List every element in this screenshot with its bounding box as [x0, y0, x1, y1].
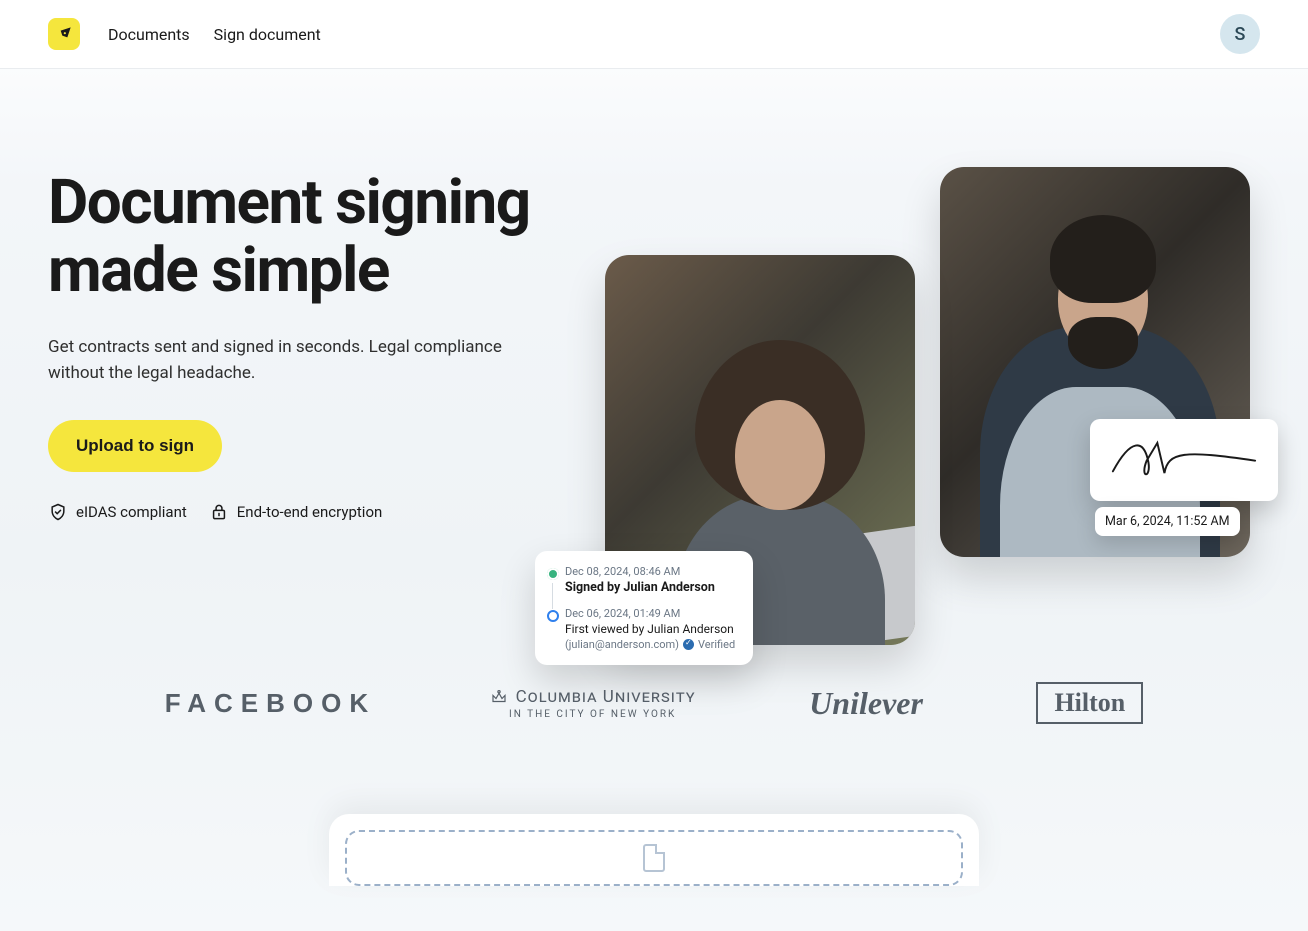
brand-logo[interactable]	[48, 18, 80, 50]
hero-title: Document signing made simple	[48, 169, 568, 305]
audit-trail-card: Dec 08, 2024, 08:46 AM Signed by Julian …	[535, 551, 753, 665]
header-left: Documents Sign document	[48, 18, 321, 50]
signature-preview-card	[1090, 419, 1278, 501]
logo-facebook: FACEBOOK	[165, 688, 376, 719]
main-nav: Documents Sign document	[108, 25, 321, 44]
logo-unilever: Unilever	[809, 685, 923, 722]
hero-illustration: Mar 6, 2024, 11:52 AM Dec 08, 2024, 08:4…	[590, 159, 1270, 719]
badge-encryption: End-to-end encryption	[209, 502, 383, 522]
hero: Document signing made simple Get contrac…	[0, 69, 1308, 926]
audit-verified-label: Verified	[698, 638, 735, 651]
nav-documents[interactable]: Documents	[108, 25, 190, 44]
nav-sign-document[interactable]: Sign document	[214, 25, 321, 44]
audit-title: First viewed by Julian Anderson	[565, 622, 737, 636]
audit-email: (julian@anderson.com)	[565, 638, 679, 651]
hero-copy: Document signing made simple Get contrac…	[48, 169, 568, 522]
photo-businesswoman	[605, 255, 915, 645]
logo-columbia-sub: IN THE CITY OF NEW YORK	[509, 709, 676, 720]
signature-icon	[1104, 431, 1264, 485]
badge-encryption-label: End-to-end encryption	[237, 503, 383, 521]
audit-title: Signed by Julian Anderson	[565, 580, 737, 595]
shield-check-icon	[48, 502, 68, 522]
photo-barista	[940, 167, 1250, 557]
verified-icon	[683, 639, 694, 650]
upload-dropzone[interactable]	[345, 830, 963, 886]
logo-columbia: Columbia University IN THE CITY OF NEW Y…	[490, 687, 696, 720]
user-avatar[interactable]: S	[1220, 14, 1260, 54]
badge-eidas-label: eIDAS compliant	[76, 503, 187, 521]
logo-columbia-top: Columbia University	[516, 687, 696, 707]
lock-icon	[209, 502, 229, 522]
trust-badges: eIDAS compliant End-to-end encryption	[48, 502, 568, 522]
pen-nib-icon	[54, 24, 74, 44]
audit-date: Dec 08, 2024, 08:46 AM	[565, 565, 737, 578]
crown-icon	[490, 688, 508, 706]
audit-item-viewed: Dec 06, 2024, 01:49 AM First viewed by J…	[565, 607, 737, 651]
upload-dropzone-panel	[329, 814, 979, 886]
upload-to-sign-button[interactable]: Upload to sign	[48, 420, 222, 472]
document-icon	[643, 844, 665, 872]
header: Documents Sign document S	[0, 0, 1308, 69]
customer-logos: FACEBOOK Columbia University IN THE CITY…	[48, 682, 1260, 724]
signature-timestamp: Mar 6, 2024, 11:52 AM	[1095, 507, 1240, 536]
badge-eidas: eIDAS compliant	[48, 502, 187, 522]
audit-item-signed: Dec 08, 2024, 08:46 AM Signed by Julian …	[565, 565, 737, 607]
hero-subhead: Get contracts sent and signed in seconds…	[48, 335, 528, 386]
audit-date: Dec 06, 2024, 01:49 AM	[565, 607, 737, 620]
logo-hilton: Hilton	[1036, 682, 1143, 724]
audit-meta: (julian@anderson.com) Verified	[565, 638, 737, 651]
